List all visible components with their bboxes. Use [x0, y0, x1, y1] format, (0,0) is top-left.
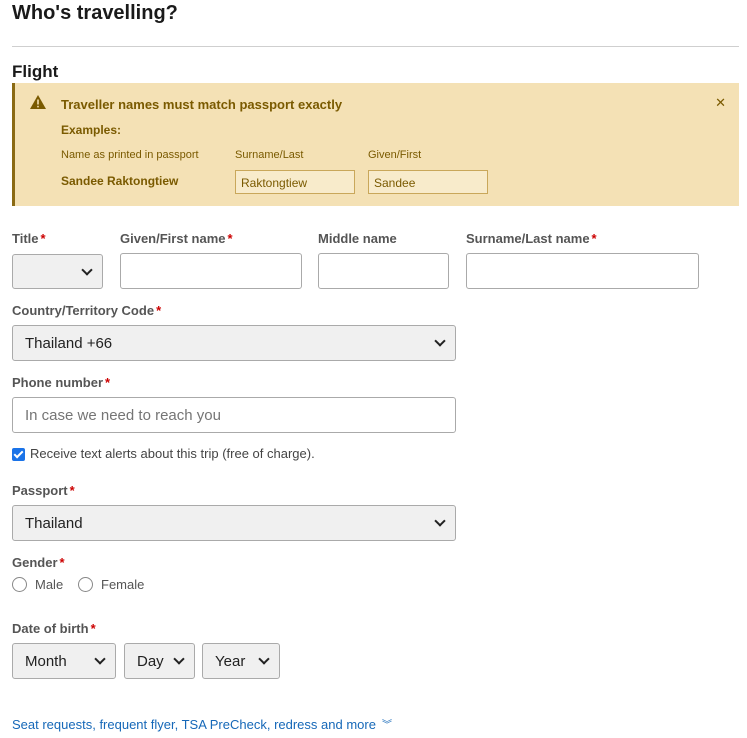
- examples-label: Examples:: [61, 123, 122, 137]
- surname-label: Surname/Last name *: [466, 231, 597, 246]
- dob-year-value: Year: [215, 653, 246, 670]
- col-header-given: Given/First: [368, 149, 422, 161]
- passport-select[interactable]: Thailand: [12, 505, 456, 541]
- gender-label: Gender *: [12, 555, 65, 570]
- example-given-box: Sandee: [368, 170, 488, 194]
- gender-female-label: Female: [101, 577, 145, 592]
- country-code-select[interactable]: Thailand +66: [12, 325, 456, 361]
- given-name-label: Given/First name *: [120, 231, 233, 246]
- dob-month-value: Month: [25, 653, 67, 670]
- chevron-down-icon: [94, 653, 106, 665]
- gender-male-radio[interactable]: [12, 577, 27, 592]
- divider: [12, 46, 739, 47]
- double-chevron-down-icon: ︾: [381, 720, 392, 731]
- warning-icon: [30, 95, 46, 109]
- country-code-label: Country/Territory Code *: [12, 303, 162, 318]
- middle-name-input[interactable]: [318, 253, 449, 289]
- title-label: Title *: [12, 231, 46, 246]
- chevron-down-icon: [173, 653, 185, 665]
- col-header-surname: Surname/Last: [235, 149, 304, 161]
- more-options-link[interactable]: Seat requests, frequent flyer, TSA PreCh…: [12, 716, 392, 732]
- chevron-down-icon: [258, 653, 270, 665]
- dob-day-select[interactable]: Day: [124, 643, 195, 679]
- dob-day-value: Day: [137, 653, 164, 670]
- gender-male-label: Male: [35, 577, 64, 592]
- example-surname-box: Raktongtiew: [235, 170, 355, 194]
- close-icon[interactable]: ✕: [715, 96, 726, 109]
- chevron-down-icon: [434, 335, 446, 347]
- chevron-down-icon: [81, 264, 93, 276]
- dob-year-select[interactable]: Year: [202, 643, 280, 679]
- phone-label: Phone number *: [12, 375, 111, 390]
- surname-input[interactable]: [466, 253, 699, 289]
- sms-alerts-checkbox[interactable]: [12, 448, 25, 461]
- phone-input[interactable]: [12, 397, 456, 433]
- section-title-flight: Flight: [12, 62, 59, 81]
- col-header-name-printed: Name as printed in passport: [61, 149, 199, 161]
- page-title: Who's travelling?: [12, 2, 178, 24]
- middle-name-label: Middle name: [318, 231, 397, 246]
- chevron-down-icon: [434, 515, 446, 527]
- country-code-value: Thailand +66: [25, 335, 113, 352]
- name-match-alert: Traveller names must match passport exac…: [12, 83, 739, 206]
- title-select[interactable]: [12, 254, 103, 289]
- example-full-name: Sandee Raktongtiew: [61, 174, 179, 188]
- dob-label: Date of birth *: [12, 621, 96, 636]
- sms-alerts-label: Receive text alerts about this trip (fre…: [30, 446, 315, 461]
- passport-label: Passport *: [12, 483, 75, 498]
- passport-value: Thailand: [25, 515, 83, 532]
- dob-month-select[interactable]: Month: [12, 643, 116, 679]
- alert-title: Traveller names must match passport exac…: [61, 97, 343, 112]
- given-name-input[interactable]: [120, 253, 302, 289]
- gender-female-radio[interactable]: [78, 577, 93, 592]
